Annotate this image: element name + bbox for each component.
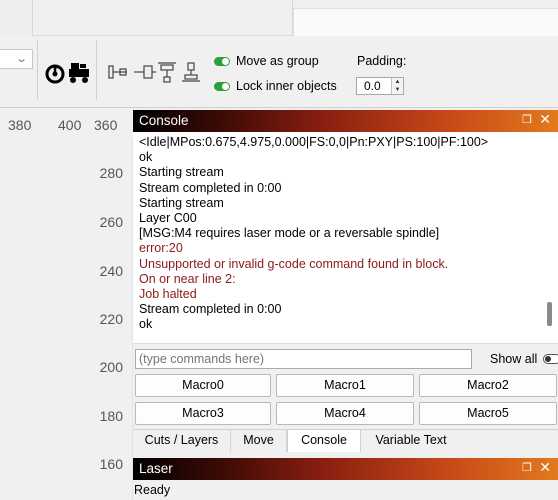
spin-down-icon[interactable]: ▼ xyxy=(392,86,403,94)
laser-panel: Ready xyxy=(133,480,558,500)
move-as-group-label: Move as group xyxy=(236,54,319,68)
macro5-button[interactable]: Macro5 xyxy=(419,402,557,425)
console-line: ok xyxy=(139,317,153,332)
top-strip xyxy=(0,0,558,36)
padding-value[interactable]: 0.0 xyxy=(364,79,381,93)
float-window-icon[interactable]: ❐ xyxy=(522,113,532,126)
macro3-button[interactable]: Macro3 xyxy=(135,402,271,425)
lock-inner-objects-toggle[interactable]: Lock inner objects xyxy=(214,79,337,93)
close-icon[interactable]: ✕ xyxy=(539,459,551,476)
toolbar-separator xyxy=(96,40,97,100)
chevron-down-icon[interactable]: ⌄ xyxy=(15,52,28,65)
console-line: [MSG:M4 requires laser mode or a reversa… xyxy=(139,226,440,241)
move-as-group-toggle[interactable]: Move as group xyxy=(214,54,319,68)
show-all-toggle[interactable] xyxy=(543,354,558,364)
console-line: error:20 xyxy=(139,241,183,256)
macro1-button[interactable]: Macro1 xyxy=(276,374,414,397)
ruler-left-label: 160 xyxy=(99,456,123,472)
vehicle-icon[interactable] xyxy=(67,60,93,86)
ruler-top-label: 380 xyxy=(8,117,32,133)
console-line: ok xyxy=(139,150,153,165)
console-line: Stream completed in 0:00 xyxy=(139,180,282,195)
tab-move[interactable]: Move xyxy=(231,430,287,452)
panel-tabs: Cuts / Layers Move Console Variable Text xyxy=(133,429,558,452)
close-icon[interactable]: ✕ xyxy=(539,111,551,128)
ruler-left-label: 200 xyxy=(99,359,123,375)
ruler-left-label: 280 xyxy=(99,165,123,181)
console-line: Starting stream xyxy=(139,165,224,180)
spin-up-icon[interactable]: ▲ xyxy=(392,78,403,86)
ruler-left-label: 220 xyxy=(99,311,123,327)
ruler-top: 380 400 360 xyxy=(0,108,133,140)
spin-buttons[interactable]: ▲ ▼ xyxy=(391,78,403,94)
ruler-top-label: 360 xyxy=(94,117,118,133)
padding-label: Padding: xyxy=(357,54,407,68)
command-input[interactable] xyxy=(135,349,472,369)
console-line: Layer C00 xyxy=(139,211,197,226)
ruler-top-label: 400 xyxy=(58,117,82,133)
tab-console[interactable]: Console xyxy=(287,430,361,452)
console-line: <Idle|MPos:0.675,4.975,0.000|FS:0,0|Pn:P… xyxy=(139,135,489,149)
tab-cuts-layers[interactable]: Cuts / Layers xyxy=(133,430,231,452)
console-title: Console xyxy=(139,113,189,128)
ruler-left-label: 180 xyxy=(99,408,123,424)
console-line: Starting stream xyxy=(139,195,224,210)
rotate-left-icon[interactable] xyxy=(43,62,67,86)
console-title-bar[interactable]: Console ❐ ✕ xyxy=(133,110,558,132)
align-bottom-icon[interactable] xyxy=(181,61,201,83)
top-left-cell xyxy=(0,0,33,36)
show-all-label: Show all xyxy=(490,352,538,366)
design-canvas[interactable] xyxy=(0,140,97,500)
align-distribute-horizontal-icon[interactable] xyxy=(108,64,132,80)
align-top-center-icon[interactable] xyxy=(157,61,177,83)
macro4-button[interactable]: Macro4 xyxy=(276,402,414,425)
console-output[interactable]: <Idle|MPos:0.675,4.975,0.000|FS:0,0|Pn:P… xyxy=(133,132,558,344)
tab-variable-text[interactable]: Variable Text xyxy=(361,430,461,452)
laser-status: Ready xyxy=(134,483,171,497)
toggle-on-icon[interactable] xyxy=(214,81,230,91)
toolbar-separator xyxy=(37,40,38,100)
top-middle-cell xyxy=(33,0,293,36)
console-line: Unsupported or invalid g-code command fo… xyxy=(139,256,449,271)
laser-title-bar[interactable]: Laser ❐ ✕ xyxy=(133,458,558,480)
top-right-cell xyxy=(293,8,558,36)
console-scrollbar[interactable] xyxy=(547,302,552,326)
console-lines: <Idle|MPos:0.675,4.975,0.000|FS:0,0|Pn:P… xyxy=(139,135,488,333)
macro2-button[interactable]: Macro2 xyxy=(419,374,557,397)
ruler-left: 280 260 240 220 200 180 160 xyxy=(97,140,133,500)
toggle-on-icon[interactable] xyxy=(214,56,230,66)
console-line: Job halted xyxy=(139,287,197,302)
lock-inner-objects-label: Lock inner objects xyxy=(236,79,337,93)
command-row: Show all xyxy=(133,347,558,371)
toolbar-dropdown[interactable]: ⌄ xyxy=(0,49,33,69)
float-window-icon[interactable]: ❐ xyxy=(522,461,532,474)
ruler-left-label: 240 xyxy=(99,263,123,279)
ruler-left-label: 260 xyxy=(99,214,123,230)
macro0-button[interactable]: Macro0 xyxy=(135,374,271,397)
align-distribute-spacing-icon[interactable] xyxy=(134,64,156,80)
toolbar: ⌄ Move as group Lock inner objects Paddi… xyxy=(0,36,558,108)
console-line: On or near line 2: xyxy=(139,271,236,286)
padding-spinbox[interactable]: 0.0 ▲ ▼ xyxy=(356,77,404,95)
console-line: Stream completed in 0:00 xyxy=(139,302,282,317)
laser-title: Laser xyxy=(139,461,173,476)
